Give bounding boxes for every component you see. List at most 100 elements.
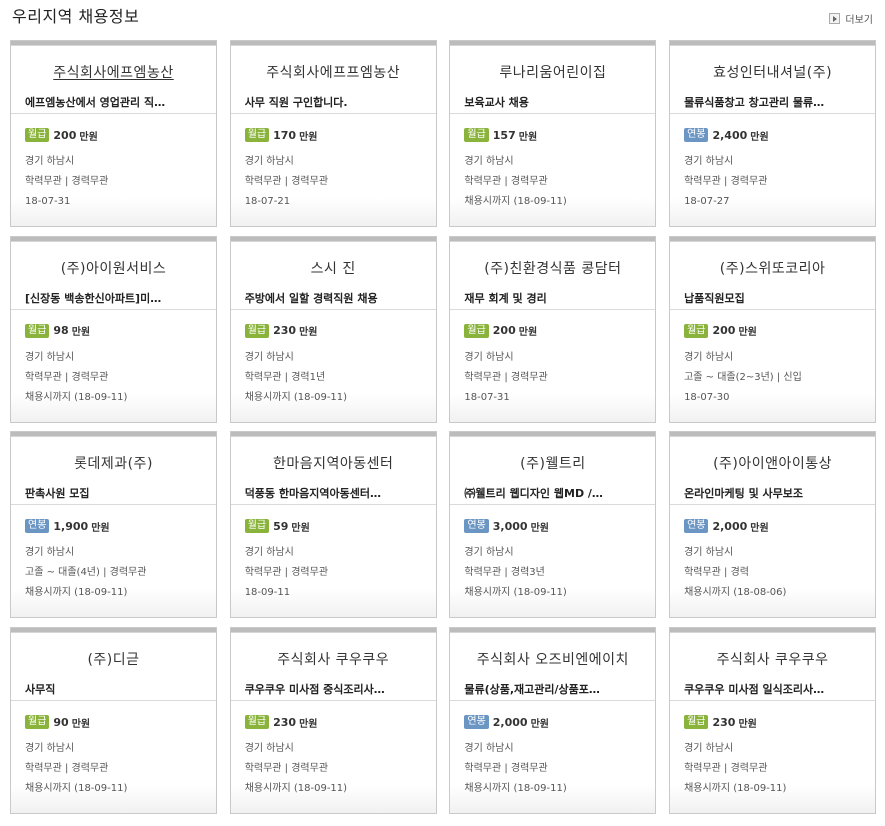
job-card[interactable]: 롯데제과(주) 판촉사원 모집 연봉 1,900 만원 경기 하남시 고졸 ~ 대졸(4년)… [10,431,217,619]
job-info: 월급 170 만원 경기 하남시 학력무관 | 경력무관 18-07-21 [231,114,436,215]
job-card[interactable]: (주)아이원서비스 [신장동 백송한신아파트]미… 월급 98 만원 경기 하남시 학력무관… [10,235,217,423]
job-info: 월급 157 만원 경기 하남시 학력무관 | 경력무관 채용시까지 (18-09-11) [450,114,655,215]
salary-row: 월급 230 만원 [244,323,422,339]
company-name: 주식회사에프프엠농산 [266,65,401,81]
salary-unit: 만원 [299,131,318,143]
company-name-link[interactable]: (주)아이원서비스 [11,242,216,287]
job-card[interactable]: 주식회사 오즈비엔에이치물류(상품,재고관리/상품포… 연봉 2,000 만원경기 하… [449,627,657,815]
salary-row: 월급 230 만원 [244,715,422,730]
job-card[interactable]: (주)친환경식품 콩담터 재무 회계 및 경리 월급 200 만원 경기 하남시 학력무관 … [449,235,657,423]
job-location: 경기 하남시 [464,156,514,167]
job-card[interactable]: 주식회사에프엠농산 에프엠농산에서 영업관리 직… 월급 200 만원 경기 하남시 학력무… [10,40,217,227]
company-name-link[interactable]: (주)친환경식품 콩담터 [450,242,655,287]
job-title-link[interactable]: 덕풍동 한마음지역아동센터… [230,482,436,506]
salary-amount: 2,000 [492,715,528,729]
job-title-link[interactable]: 쿠우쿠우 미사점 일식조리사… [670,678,876,702]
company-name: (주)디귿 [87,652,140,669]
job-title-link[interactable]: [신장동 백송한신아파트]미… [11,287,216,310]
job-card[interactable]: (주)스위또코리아 납품직원모집 월급 200 만원 경기 하남시 고졸 ~ 대졸(2~3년… [669,235,877,423]
salary-row: 월급 98 만원 [25,323,202,338]
pay-type-badge: 월급 [244,323,270,338]
job-requirements: 학력무관 | 경력무관 [244,567,329,579]
job-card[interactable]: 주식회사 쿠우쿠우 쿠우쿠우 미사점 일식조리사… 월급 230 만원 경기 하남시 학력무… [669,627,877,815]
job-card[interactable]: 스시 진주방에서 일할 경력직원 채용월급 230 만원경기 하남시학력무관 | 경… [229,235,437,423]
job-info: 연봉 3,000 만원 경기 하남시 학력무관 | 경력3년 채용시까지 (18-09-1… [450,505,655,606]
job-card[interactable]: (주)웰트리 ㈜웰트리 웹디자인 웹MD /… 연봉 3,000 만원 경기 하남시 학력무… [449,431,657,619]
salary-unit: 만원 [750,131,769,143]
salary-amount: 230 [273,324,297,338]
job-title-link[interactable]: 보육교사 채용 [450,91,656,114]
job-deadline: 채용시까지 (18-09-11) [25,587,128,599]
job-location: 경기 하남시 [464,547,514,559]
job-requirements: 고졸 ~ 대졸(2~3년) | 신입 [684,371,802,383]
job-deadline: 18-07-21 [244,196,291,207]
job-location: 경기 하남시 [25,547,75,559]
company-name-link[interactable]: 주식회사 쿠우쿠우 [231,633,436,678]
company-name: (주)아이원서비스 [60,260,167,277]
salary-row: 월급 230 만원 [684,715,861,730]
job-title-link[interactable]: 쿠우쿠우 미사점 중식조리사… [230,678,436,702]
job-card[interactable]: 루나리움어린이집 보육교사 채용 월급 157 만원 경기 하남시 학력무관 | 경력무관 채… [449,40,657,227]
company-name-link[interactable]: (주)아이앤아이통상 [670,437,875,482]
job-title-link[interactable]: 에프엠농산에서 영업관리 직… [11,91,216,114]
company-name-link[interactable]: 주식회사에프엠농산 [11,46,216,91]
job-location: 경기 하남시 [25,351,75,363]
company-name-link[interactable]: 롯데제과(주) [11,437,216,482]
company-name: 스시 진 [310,260,356,277]
job-title-link[interactable]: 사무 직원 구인합니다. [230,91,436,114]
salary-unit: 만원 [738,718,757,730]
salary-amount: 200 [53,128,77,142]
salary-row: 연봉 2,400 만원 [684,128,861,143]
job-info: 월급 200 만원 경기 하남시 학력무관 | 경력무관 18-07-31 [450,310,655,411]
company-name-link[interactable]: (주)웰트리 [450,437,655,482]
company-name: 주식회사 오즈비엔에이치 [476,652,629,669]
company-name: (주)웰트리 [520,456,586,473]
job-card[interactable]: (주)디귿사무직 월급 90 만원 경기 하남시 학력무관 | 경력무관 채용시까지 (18… [10,627,217,815]
job-title-link[interactable]: 판촉사원 모집 [11,482,216,506]
company-name-link[interactable]: 주식회사에프프엠농산 [231,46,436,91]
job-info: 월급 90 만원 경기 하남시 학력무관 | 경력무관 채용시까지 (18-09-11) [11,701,216,802]
job-card[interactable]: 한마음지역아동센터 덕풍동 한마음지역아동센터… 월급 59 만원 경기 하남시 학력무관 … [229,431,437,619]
pay-type-badge: 연봉 [25,519,50,534]
pay-type-badge: 월급 [25,128,50,142]
salary-row: 연봉 2,000 만원 [464,715,641,730]
job-card[interactable]: 주식회사에프프엠농산 사무 직원 구인합니다. 월급 170 만원 경기 하남시 학력무관 … [229,40,437,227]
company-name-link[interactable]: 한마음지역아동센터 [231,437,436,482]
job-info: 연봉 2,000 만원 경기 하남시 학력무관 | 경력무관 채용시까지 (18-09-1… [450,701,655,802]
job-info: 월급 230 만원 경기 하남시 학력무관 | 경력1년 채용시까지 (18-09-11) [231,310,436,411]
job-title-link[interactable]: ㈜웰트리 웹디자인 웹MD /… [450,482,656,506]
pay-type-badge: 월급 [244,715,270,730]
job-card[interactable]: 주식회사 쿠우쿠우 쿠우쿠우 미사점 중식조리사… 월급 230 만원 경기 하남시 학력무… [229,627,437,815]
job-title-link[interactable]: 물류식품창고 창고관리 물류… [670,91,876,114]
job-requirements: 학력무관 | 경력무관 [684,176,768,187]
job-card[interactable]: 효성인터내셔널(주) 물류식품창고 창고관리 물류… 연봉 2,400 만원 경기 하남시… [669,40,877,227]
job-location: 경기 하남시 [244,351,294,363]
company-name-link[interactable]: 주식회사 쿠우쿠우 [670,633,875,678]
pay-type-badge: 월급 [244,128,270,142]
job-title-link[interactable]: 물류(상품,재고관리/상품포… [450,678,656,702]
job-title-link[interactable]: 재무 회계 및 경리 [450,287,656,310]
job-title-link[interactable]: 주방에서 일할 경력직원 채용 [230,287,436,310]
job-card[interactable]: (주)아이앤아이통상 온라인마케팅 및 사무보조 연봉 2,000 만원 경기 하남시 학력… [669,431,877,619]
job-title-link[interactable]: 온라인마케팅 및 사무보조 [670,482,876,506]
company-name-link[interactable]: 스시 진 [231,242,436,287]
salary-unit: 만원 [79,131,98,143]
company-name-link[interactable]: (주)스위또코리아 [670,242,875,287]
job-requirements: 학력무관 | 경력1년 [244,371,326,383]
company-name-link[interactable]: (주)디귿 [11,633,216,678]
company-name: 효성인터내셔널(주) [713,65,833,81]
salary-unit: 만원 [299,327,318,339]
company-name-link[interactable]: 효성인터내셔널(주) [670,46,875,91]
job-deadline: 채용시까지 (18-09-11) [464,783,567,795]
job-info: 월급 230 만원 경기 하남시 학력무관 | 경력무관 채용시까지 (18-09-11) [670,701,875,802]
salary-amount: 230 [712,715,736,729]
more-button[interactable]: 더보기 [829,11,873,26]
company-name-link[interactable]: 루나리움어린이집 [450,46,655,91]
job-location: 경기 하남시 [464,743,514,755]
job-title-link[interactable]: 사무직 [11,678,216,702]
job-info: 월급 98 만원 경기 하남시 학력무관 | 경력무관 채용시까지 (18-09-11) [11,310,216,411]
job-title-link[interactable]: 납품직원모집 [670,287,876,310]
job-requirements: 학력무관 | 경력무관 [244,176,329,187]
job-info: 월급 230 만원 경기 하남시 학력무관 | 경력무관 채용시까지 (18-09-11) [231,701,436,802]
company-name-link[interactable]: 주식회사 오즈비엔에이치 [450,633,655,678]
